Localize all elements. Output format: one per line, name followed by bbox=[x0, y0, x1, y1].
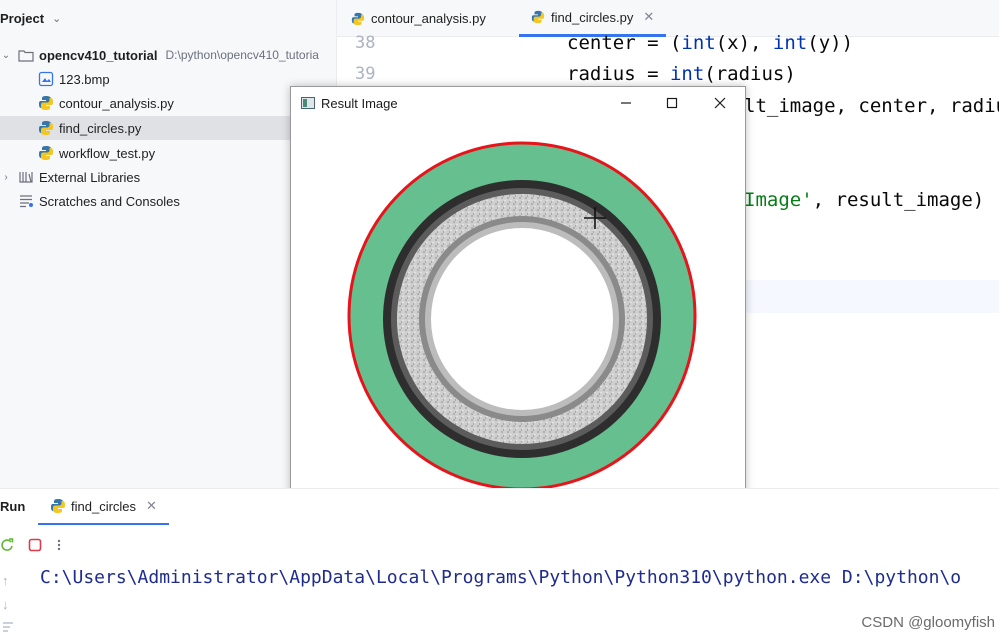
python-file-icon bbox=[51, 499, 65, 513]
python-file-icon bbox=[39, 121, 53, 135]
python-file-icon bbox=[39, 96, 53, 110]
tree-item-external-libraries[interactable]: › External Libraries bbox=[0, 165, 337, 189]
code-keyword: int bbox=[681, 32, 716, 54]
code-line[interactable]: center = (int(x), int(y)) bbox=[567, 32, 853, 54]
code-line[interactable]: Image', result_image) bbox=[744, 189, 984, 211]
arrow-down-icon[interactable]: ↓ bbox=[2, 597, 9, 612]
stop-icon[interactable] bbox=[28, 538, 42, 552]
tree-item-workflow-test[interactable]: workflow_test.py bbox=[0, 141, 337, 165]
code-string: Image' bbox=[744, 189, 813, 211]
tree-item-project-root[interactable]: ⌄ opencv410_tutorial D:\python\opencv410… bbox=[0, 43, 337, 67]
tree-item-label: External Libraries bbox=[39, 169, 141, 185]
code-text: (radius) bbox=[704, 63, 796, 85]
code-line[interactable]: lt_image, center, radiu bbox=[744, 95, 999, 117]
code-keyword: int bbox=[669, 63, 705, 85]
tab-contour-analysis[interactable]: contour_analysis.py bbox=[351, 0, 486, 37]
window-title-bar[interactable]: Result Image bbox=[291, 87, 745, 119]
run-tab-find-circles[interactable]: find_circles ✕ bbox=[38, 489, 169, 525]
project-title: Project bbox=[0, 10, 45, 26]
line-number: 39 bbox=[355, 64, 376, 84]
tree-item-find-circles[interactable]: find_circles.py bbox=[0, 116, 337, 140]
window-app-icon bbox=[301, 97, 315, 109]
tree-item-label: 123.bmp bbox=[59, 71, 110, 87]
chevron-down-icon[interactable]: ⌄ bbox=[52, 12, 61, 25]
python-file-icon bbox=[39, 146, 53, 160]
close-icon[interactable]: ✕ bbox=[146, 498, 157, 514]
tree-item-label: find_circles.py bbox=[59, 120, 142, 136]
chevron-down-icon[interactable]: ⌄ bbox=[0, 50, 12, 61]
project-path: D:\python\opencv410_tutoria bbox=[165, 48, 319, 62]
close-button[interactable] bbox=[705, 91, 735, 115]
close-icon bbox=[714, 97, 726, 109]
code-text: lt_image, center, radiu bbox=[744, 95, 999, 117]
scratches-icon bbox=[20, 195, 33, 208]
minimize-button[interactable] bbox=[611, 91, 641, 115]
watermark: CSDN @gloomyfish bbox=[861, 614, 995, 631]
tree-item-123-bmp[interactable]: 123.bmp bbox=[0, 67, 337, 91]
soft-wrap-icon[interactable] bbox=[2, 621, 14, 633]
run-toolbar bbox=[0, 533, 62, 557]
code-text: (x), bbox=[715, 32, 773, 54]
image-file-icon bbox=[38, 71, 54, 87]
code-text: center = ( bbox=[567, 32, 682, 54]
project-panel: Project ⌄ ⌄ opencv410_tutorial D:\python… bbox=[0, 0, 337, 488]
tree-item-label: contour_analysis.py bbox=[59, 95, 174, 111]
more-options-icon[interactable] bbox=[56, 538, 62, 552]
result-image-window[interactable]: Result Image bbox=[290, 86, 746, 520]
code-text: (y)) bbox=[807, 32, 854, 54]
tree-item-label: opencv410_tutorial bbox=[39, 47, 158, 63]
tree-item-scratches[interactable]: Scratches and Consoles bbox=[0, 189, 337, 213]
library-icon bbox=[19, 172, 33, 183]
ring-hole bbox=[431, 228, 613, 410]
close-icon[interactable]: ✕ bbox=[643, 9, 654, 25]
chevron-right-icon[interactable]: › bbox=[0, 172, 12, 183]
console-output-line: C:\Users\Administrator\AppData\Local\Pro… bbox=[40, 567, 962, 588]
tree-item-contour-analysis[interactable]: contour_analysis.py bbox=[0, 91, 337, 115]
python-file-icon bbox=[531, 10, 545, 24]
run-panel-title: Run bbox=[0, 499, 26, 514]
tab-label: find_circles.py bbox=[551, 9, 634, 25]
arrow-up-icon[interactable]: ↑ bbox=[2, 573, 9, 588]
code-text: , result_image) bbox=[812, 189, 985, 211]
run-tab-label: find_circles bbox=[71, 498, 137, 514]
tree-item-label: workflow_test.py bbox=[59, 145, 156, 161]
project-header[interactable]: Project ⌄ bbox=[0, 6, 61, 30]
code-keyword: int bbox=[772, 32, 808, 54]
result-image-canvas[interactable] bbox=[291, 119, 745, 519]
line-number: 38 bbox=[355, 33, 376, 53]
python-file-icon bbox=[351, 12, 365, 25]
window-title: Result Image bbox=[321, 95, 398, 111]
code-line[interactable]: radius = int(radius) bbox=[567, 63, 796, 85]
folder-icon bbox=[18, 50, 34, 62]
maximize-button[interactable] bbox=[657, 91, 687, 115]
maximize-icon bbox=[666, 97, 678, 109]
rerun-icon[interactable] bbox=[0, 538, 14, 552]
minimize-icon bbox=[621, 102, 631, 104]
code-text: radius = bbox=[567, 63, 670, 85]
run-panel: Run find_circles ✕ ↑ ↓ C:\Users\Administ… bbox=[0, 488, 999, 639]
tree-item-label: Scratches and Consoles bbox=[39, 193, 180, 209]
tab-label: contour_analysis.py bbox=[371, 11, 486, 26]
